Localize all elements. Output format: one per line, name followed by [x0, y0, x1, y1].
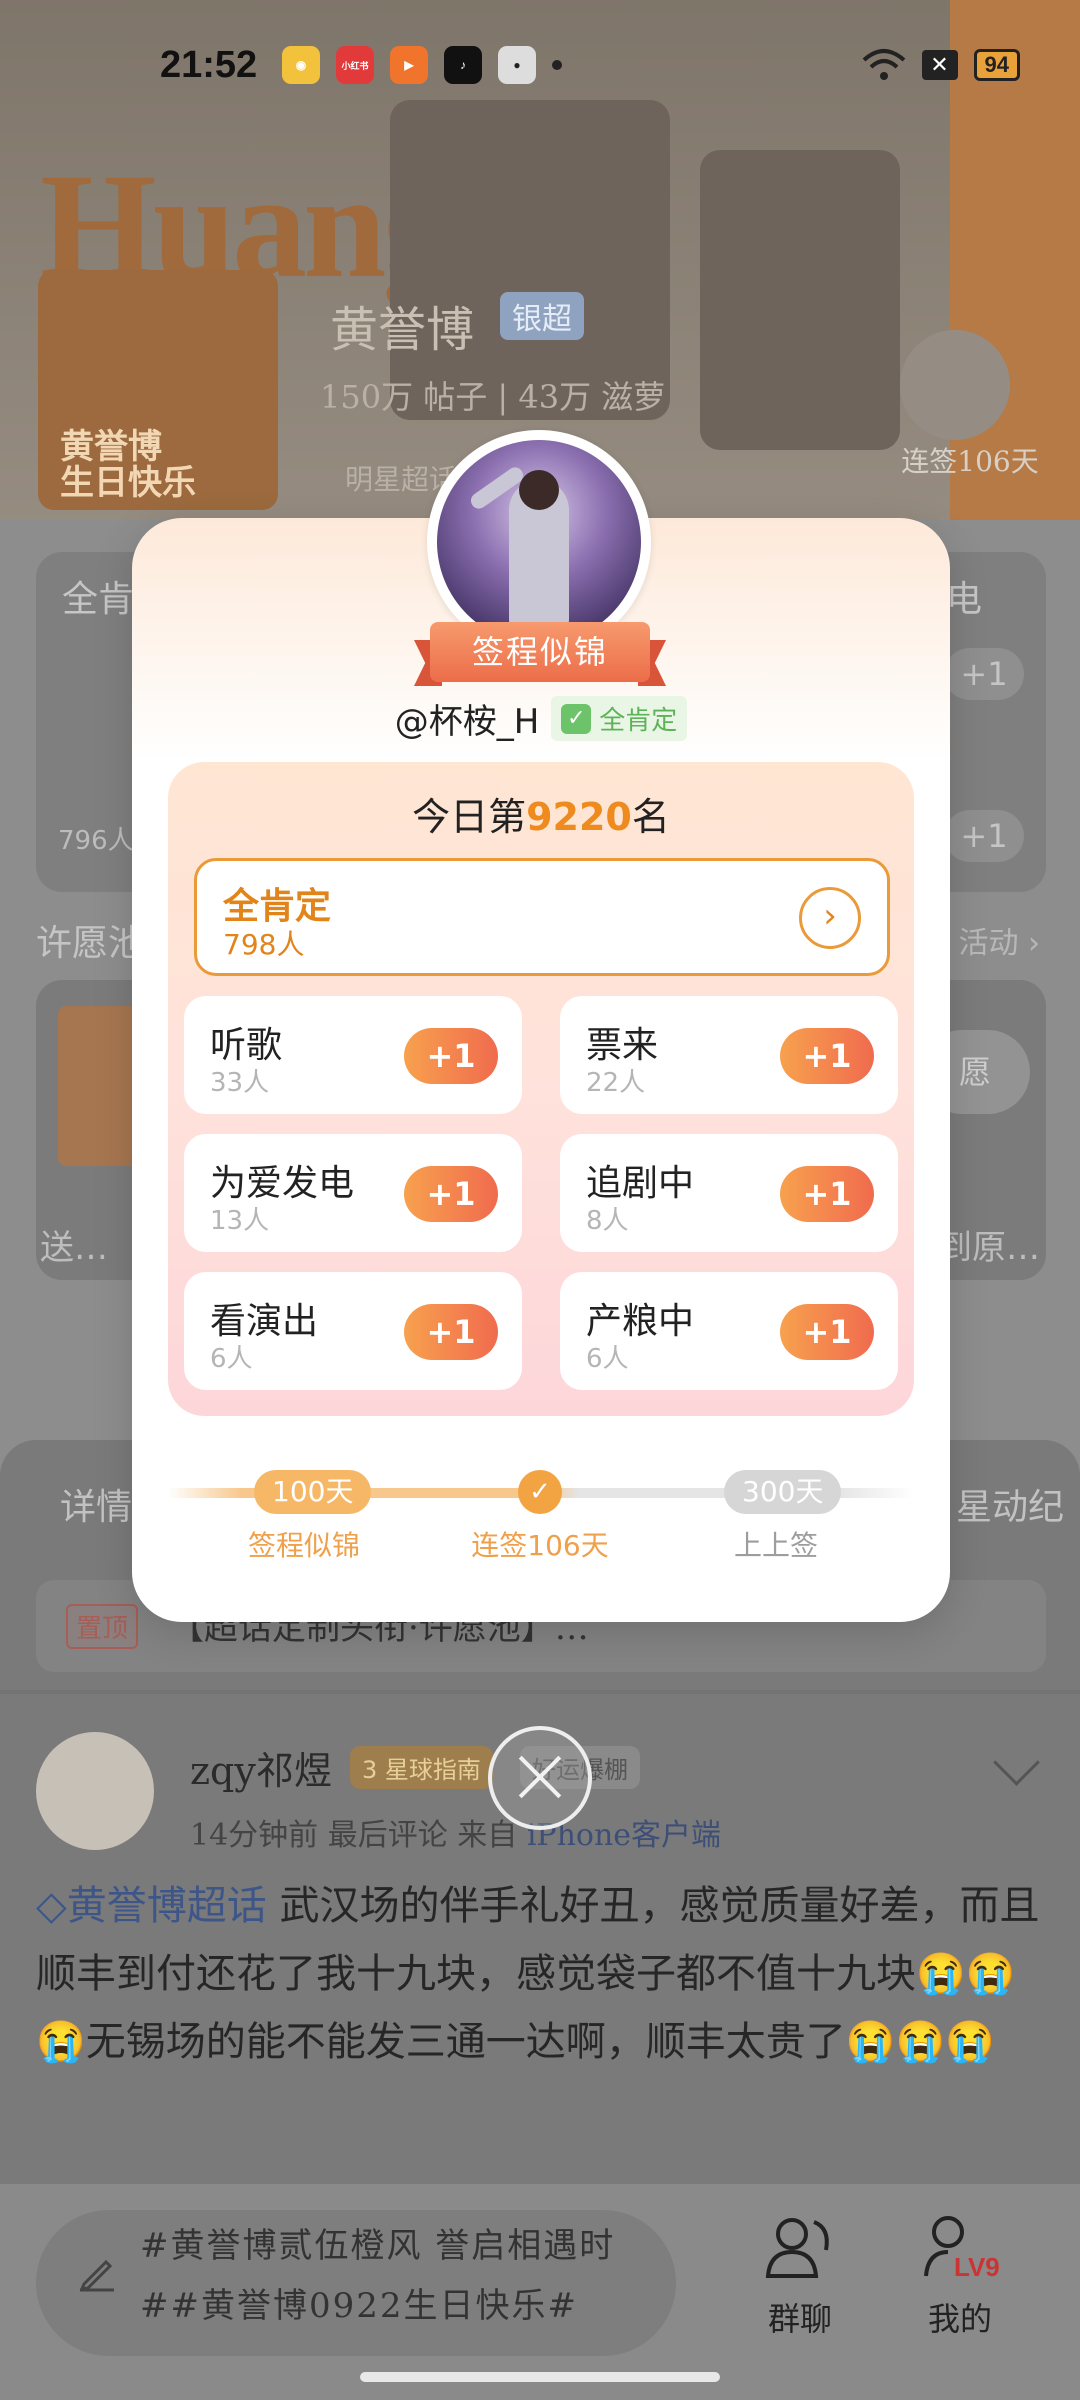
system-icons: ✕ 94 [862, 48, 1020, 82]
option-power-for-love[interactable]: 为爱发电 13人 +1 [184, 1134, 522, 1252]
group-chat-button[interactable]: 群聊 [740, 2210, 860, 2340]
tab-star-history[interactable]: 星动纪 [956, 1478, 1064, 1530]
plus-one-button-bg[interactable]: +1 [944, 648, 1024, 700]
topic-avatar-text: 黄誉博 生日快乐 [60, 427, 196, 503]
post-body[interactable]: ◇黄誉博超话 武汉场的伴手礼好丑，感觉质量好差，而且顺丰到付还花了我十九块，感觉… [36, 1872, 1046, 2076]
user-handle: @杯桉_H [394, 702, 540, 742]
current-streak-label: 连签106天 [471, 1529, 609, 1562]
check-icon: ✓ [561, 703, 592, 734]
option-tickets[interactable]: 票来 22人 +1 [560, 996, 898, 1114]
profile-icon: LV9 [924, 2216, 1000, 2282]
plus-one-button[interactable]: +1 [404, 1166, 498, 1222]
topic-stats: 150万 帖子 | 43万 滋萝 [320, 378, 666, 416]
topic-title: 黄誉博 [330, 302, 475, 358]
notification-icons: ◉ 小红书 ▶ ♪ ● [282, 46, 562, 84]
post-author-name[interactable]: zqy祁煜 [190, 1740, 332, 1795]
author-badge: 3 星球指南 [350, 1746, 493, 1789]
plus-one-button[interactable]: +1 [780, 1028, 874, 1084]
chevron-right-icon[interactable]: › [799, 887, 861, 949]
banner-photo-2 [700, 150, 900, 450]
wish-send-text: 送… [40, 1228, 108, 1268]
streak-progress: 100天 签程似锦 ✓ 连签106天 300天 上上签 [168, 1440, 914, 1590]
sign-options-card: 今日第9220名 全肯定 798人 › 听歌 33人 +1 票来 22人 +1 … [168, 762, 914, 1416]
panel-label: 全肯 [62, 579, 135, 620]
post-meta: 14分钟前 最后评论 来自 iPhone客户端 [190, 1818, 722, 1853]
option-watching-drama[interactable]: 追剧中 8人 +1 [560, 1134, 898, 1252]
selected-option-all-affirm[interactable]: 全肯定 798人 › [194, 858, 890, 976]
milestone-300: 300天 [724, 1470, 842, 1514]
plus-one-button[interactable]: +1 [780, 1166, 874, 1222]
kuaishou-icon: ▶ [390, 46, 428, 84]
tab-details[interactable]: 详情 [60, 1478, 132, 1530]
mine-button[interactable]: LV9 我的 [900, 2210, 1020, 2340]
user-sign-tag: ✓ 全肯定 [551, 696, 688, 741]
no-sim-icon: ✕ [921, 50, 958, 80]
divider [0, 1690, 1080, 1694]
rank-title: 今日第9220名 [412, 795, 670, 839]
home-indicator[interactable] [360, 2372, 720, 2382]
panel-label-right: 电 [946, 579, 983, 620]
plus-one-button-bg-2[interactable]: +1 [944, 810, 1024, 862]
milestone-100-label: 签程似锦 [247, 1529, 360, 1562]
close-icon[interactable] [488, 1726, 592, 1830]
avatar-photo [437, 440, 641, 644]
title-badge: 签程似锦 [430, 622, 650, 682]
user-info-row: @杯桉_H ✓ 全肯定 [132, 694, 950, 743]
milestone-300-label: 上上签 [733, 1529, 818, 1562]
wish-send-right-text: 到原… [938, 1228, 1040, 1268]
weibo-icon: ◉ [282, 46, 320, 84]
wechat-icon: ● [498, 46, 536, 84]
wish-pool-title: 许愿池 [36, 923, 145, 964]
comment-placeholder: #黄誉博贰伍橙风 誉启相遇时##黄誉博0922生日快乐# [140, 2226, 616, 2326]
plus-one-button[interactable]: +1 [780, 1304, 874, 1360]
option-making-content[interactable]: 产粮中 6人 +1 [560, 1272, 898, 1390]
current-day-check-icon: ✓ [518, 1470, 562, 1514]
user-avatar [427, 430, 651, 654]
milestone-100: 100天 [254, 1470, 372, 1514]
panel-count: 796人 [58, 826, 134, 856]
more-notifications-dot [552, 60, 562, 70]
xiaohongshu-icon: 小红书 [336, 46, 374, 84]
clock: 21:52 [160, 44, 258, 86]
plus-one-button[interactable]: +1 [404, 1304, 498, 1360]
topic-link[interactable]: ◇黄誉博超话 [36, 1883, 267, 1929]
wifi-icon [862, 49, 905, 80]
sign-in-days: 连签106天 [901, 445, 1039, 478]
option-watch-show[interactable]: 看演出 6人 +1 [184, 1272, 522, 1390]
pinned-tag: 置顶 [66, 1604, 139, 1649]
post-author-avatar[interactable] [36, 1732, 154, 1850]
wish-pool-more-link[interactable]: 活动 › [958, 918, 1040, 962]
option-listen-music[interactable]: 听歌 33人 +1 [184, 996, 522, 1114]
status-bar: 21:52 ◉ 小红书 ▶ ♪ ● ✕ 94 [0, 0, 1080, 130]
battery-indicator: 94 [973, 49, 1020, 81]
level-badge: 银超 [500, 292, 584, 340]
pen-icon [79, 2259, 114, 2292]
douyin-icon: ♪ [444, 46, 482, 84]
plus-one-button[interactable]: +1 [404, 1028, 498, 1084]
sign-in-button[interactable] [900, 330, 1010, 440]
svg-text:LV9: LV9 [954, 2252, 1000, 2282]
group-chat-icon [765, 2218, 829, 2278]
